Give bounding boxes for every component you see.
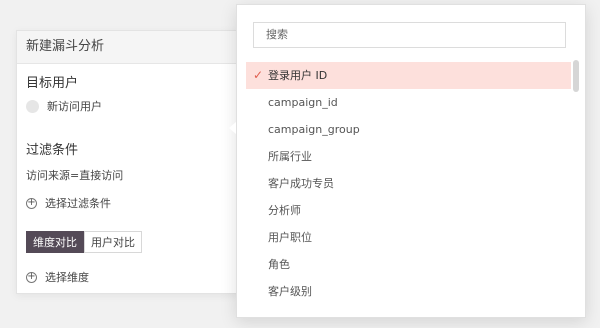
compare-mode-toggle: 维度对比 用户对比	[26, 231, 142, 253]
search-input[interactable]: 搜索	[253, 22, 566, 48]
list-item[interactable]: 角色	[246, 251, 571, 278]
tab-dimension-compare[interactable]: 维度对比	[26, 231, 84, 253]
list-item[interactable]: campaign_id	[246, 89, 571, 116]
list-item[interactable]: 所属行业	[246, 143, 571, 170]
dropdown-pointer	[229, 122, 236, 134]
list-item[interactable]: 客户级别	[246, 278, 571, 305]
panel-title: 新建漏斗分析	[17, 31, 243, 64]
user-option[interactable]: 新访问用户	[26, 98, 102, 114]
list-item-label: 客户级别	[268, 285, 312, 298]
plus-circle-icon: +	[26, 271, 37, 283]
list-item-label: 角色	[268, 258, 290, 271]
plus-circle-icon: +	[26, 197, 37, 209]
user-avatar-icon	[26, 99, 39, 113]
check-icon: ✓	[253, 68, 264, 82]
dimension-list: ✓ 登录用户 ID campaign_id campaign_group 所属行…	[246, 62, 571, 305]
filter-condition-value[interactable]: 访问来源=直接访问	[26, 167, 123, 183]
add-filter-button[interactable]: + 选择过滤条件	[26, 195, 111, 211]
list-item[interactable]: 用户职位	[246, 224, 571, 251]
dimension-dropdown: 搜索 ✓ 登录用户 ID campaign_id campaign_group …	[236, 4, 586, 318]
add-filter-label: 选择过滤条件	[45, 197, 111, 210]
list-item[interactable]: 客户成功专员	[246, 170, 571, 197]
user-option-label: 新访问用户	[47, 100, 102, 113]
target-user-label: 目标用户	[26, 76, 79, 91]
list-item-label: 所属行业	[268, 150, 312, 163]
list-item[interactable]: ✓ 登录用户 ID	[246, 62, 571, 89]
list-item[interactable]: 分析师	[246, 197, 571, 224]
tab-user-compare[interactable]: 用户对比	[84, 231, 142, 253]
list-item-label: 客户成功专员	[268, 177, 334, 190]
filter-conditions-label: 过滤条件	[26, 143, 79, 158]
add-dimension-label: 选择维度	[45, 271, 89, 284]
list-item-label: 分析师	[268, 204, 301, 217]
add-dimension-button[interactable]: + 选择维度	[26, 269, 89, 285]
list-item-label: campaign_group	[268, 123, 360, 136]
list-item[interactable]: campaign_group	[246, 116, 571, 143]
list-item-label: campaign_id	[268, 96, 338, 109]
list-item-label: 登录用户 ID	[268, 69, 328, 82]
funnel-panel: 新建漏斗分析 目标用户 新访问用户 过滤条件 访问来源=直接访问 + 选择过滤条…	[16, 30, 244, 294]
list-item-label: 用户职位	[268, 231, 312, 244]
dropdown-scrollbar[interactable]	[573, 60, 579, 92]
